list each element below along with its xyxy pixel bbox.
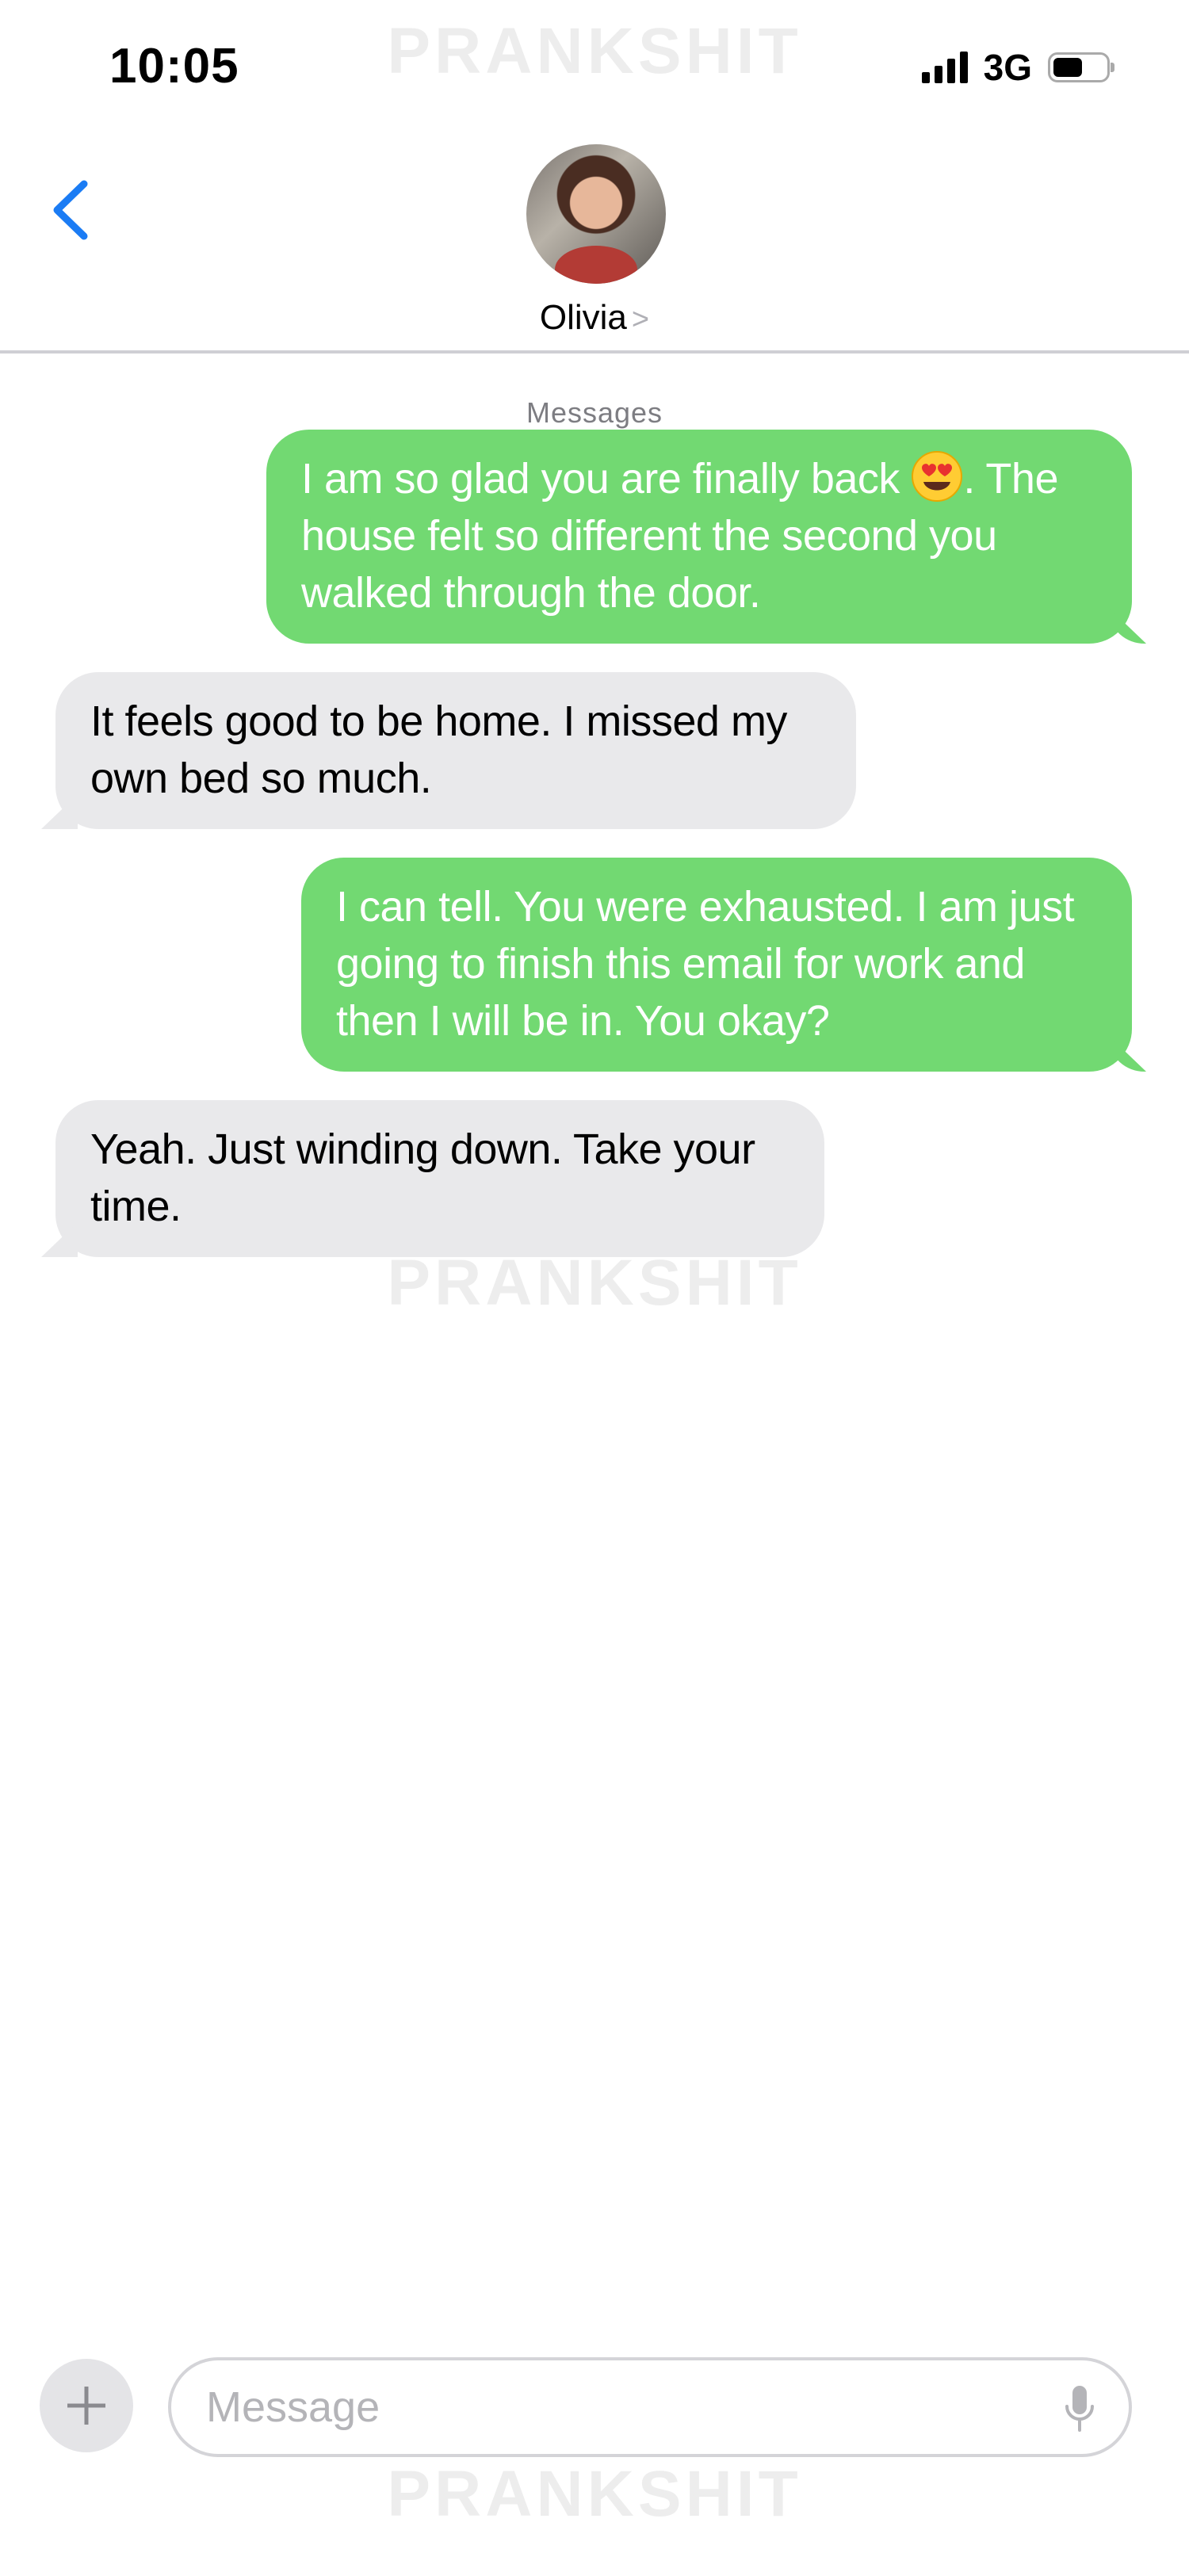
message-text: It feels good to be home. I missed my ow… [90,698,787,802]
message-bubble-sent[interactable]: I can tell. You were exhausted. I am jus… [301,858,1132,1072]
message-bubble-received[interactable]: Yeah. Just winding down. Take your time. [55,1100,824,1257]
chevron-right-icon: > [631,303,650,336]
message-text: Yeah. Just winding down. Take your time. [90,1126,755,1230]
contact-name: Olivia [539,298,627,337]
watermark: PRANKSHIT [387,15,802,87]
plus-button[interactable] [40,2359,133,2452]
watermark: PRANKSHIT [387,2458,802,2530]
message-input-placeholder: Message [206,2383,380,2431]
message-text: I am so glad you are finally back [301,455,912,503]
service-label: Messages [526,396,663,429]
conversation-header: Olivia > [0,135,1189,354]
heart-eyes-emoji-icon [912,451,963,502]
message-bubble-sent[interactable]: I am so glad you are finally back . The … [266,430,1132,644]
watermark: PRANKSHIT [387,1247,802,1319]
chevron-left-icon [53,180,88,240]
microphone-icon[interactable] [1062,2383,1097,2435]
message-bubble-received[interactable]: It feels good to be home. I missed my ow… [55,672,856,829]
contact-avatar[interactable] [526,144,666,284]
avatar-shoulders [555,246,637,284]
contact-name-button[interactable]: Olivia > [0,298,1189,338]
message-input[interactable]: Message [168,2357,1132,2457]
back-button[interactable] [38,166,101,254]
message-text: I can tell. You were exhausted. I am jus… [336,883,1075,1045]
